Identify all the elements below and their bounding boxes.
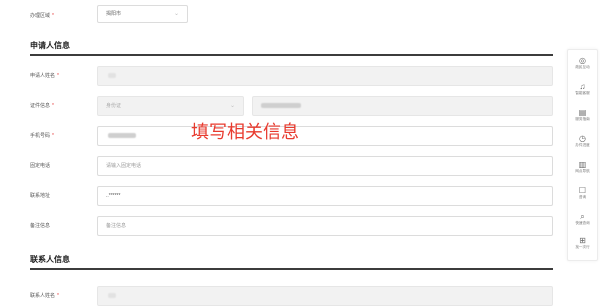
floating-sidebar: ◎ 政民互动 ♫ 智能客服 ▤ 服务指南 ◷ 办件进度 ▥ 网点导航 ☐ 咨询 … — [567, 49, 598, 261]
id-number-field[interactable] — [252, 96, 553, 116]
sidebar-item-interact[interactable]: ◎ 政民互动 — [568, 56, 597, 70]
applicant-name-label: 申请人姓名 * — [30, 73, 59, 79]
headset-icon: ♫ — [579, 82, 586, 91]
office-icon: ▥ — [578, 160, 587, 169]
address-label: 联系地址 — [30, 193, 51, 199]
region-value: 揭阳市 — [106, 11, 122, 17]
address-input[interactable]: ..****** — [97, 186, 553, 206]
contact-name-field[interactable] — [97, 286, 553, 306]
remark-label: 备注信息 — [30, 223, 51, 229]
section-divider — [30, 268, 553, 270]
id-type-select[interactable]: 身份证 ⌄ — [97, 96, 244, 116]
chevron-down-icon: ⌄ — [173, 11, 179, 17]
chevron-down-icon: ⌄ — [229, 103, 235, 109]
region-select[interactable]: 揭阳市 ⌄ — [97, 5, 188, 23]
redacted-value — [108, 293, 116, 299]
redacted-value — [261, 103, 301, 109]
landline-input[interactable]: 请输入固定电话 — [97, 156, 553, 176]
redacted-value — [108, 133, 136, 139]
sidebar-item-service[interactable]: ♫ 智能客服 — [568, 82, 597, 96]
sidebar-item-one-stop[interactable]: ⊞ 找一次行 — [568, 236, 597, 250]
region-label: 办理区域 * — [30, 13, 54, 19]
phone-field[interactable] — [97, 126, 553, 146]
id-info-label: 证件信息 * — [30, 103, 54, 109]
search-icon: ⌕ — [580, 212, 585, 221]
contact-name-label: 联系人姓名 * — [30, 293, 59, 299]
annotation-text: 填写相关信息 — [191, 122, 299, 143]
feedback-icon: ☐ — [578, 186, 587, 195]
section-divider — [30, 54, 553, 56]
one-stop-icon: ⊞ — [579, 236, 586, 245]
sidebar-item-office[interactable]: ▥ 网点导航 — [568, 160, 597, 174]
landline-label: 固定电话 — [30, 163, 51, 169]
required-mark: * — [52, 13, 54, 19]
guide-icon: ▤ — [578, 108, 587, 117]
sidebar-item-progress[interactable]: ◷ 办件进度 — [568, 134, 597, 148]
sidebar-item-consult[interactable]: ☐ 咨询 — [568, 186, 597, 200]
clock-icon: ◷ — [579, 134, 586, 143]
sidebar-item-query[interactable]: ⌕ 快速查询 — [568, 212, 597, 226]
applicant-name-field[interactable] — [97, 66, 553, 86]
remark-input[interactable]: 备注信息 — [97, 216, 553, 236]
sidebar-item-guide[interactable]: ▤ 服务指南 — [568, 108, 597, 122]
section-title-contact: 联系人信息 — [30, 255, 70, 264]
redacted-value — [108, 73, 116, 79]
section-title-applicant: 申请人信息 — [30, 41, 70, 50]
chat-icon: ◎ — [579, 56, 586, 65]
phone-label: 手机号码 * — [30, 133, 54, 139]
